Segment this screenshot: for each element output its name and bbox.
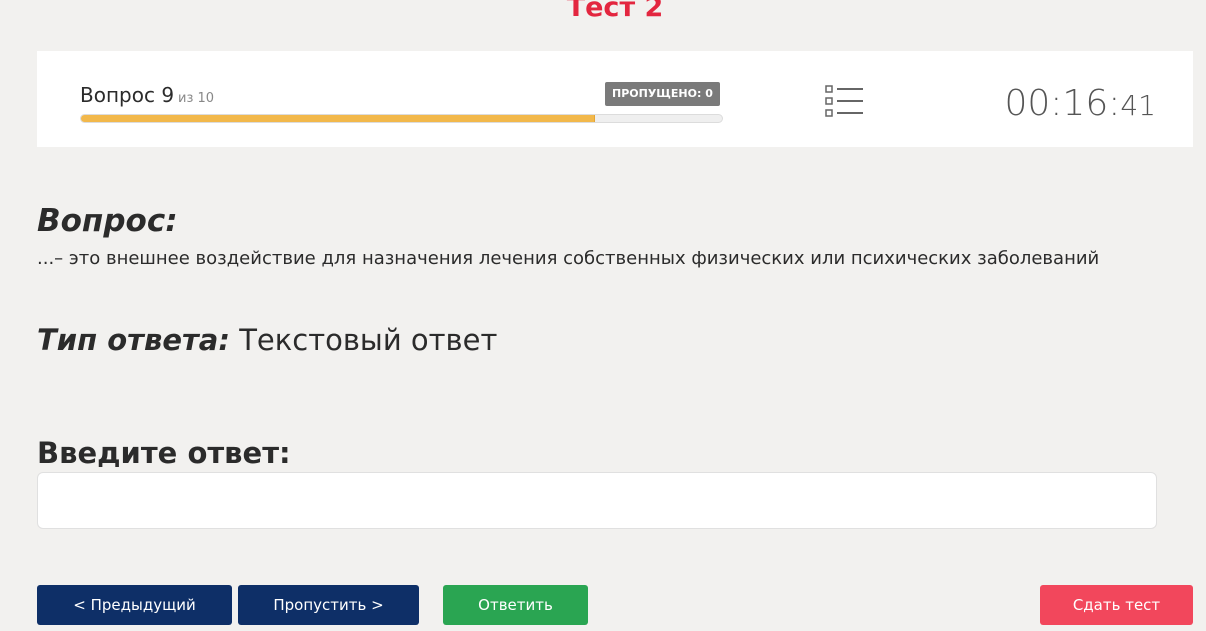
page-title: Тест 2 [566,0,664,23]
answer-type-label: Тип ответа: [37,323,230,357]
previous-button[interactable]: < Предыдущий [37,585,232,625]
progress-fill [81,115,595,122]
question-counter: Вопрос 9 из 10 [80,83,214,107]
answer-label: Введите ответ: [37,436,291,470]
answer-input[interactable] [37,472,1157,529]
question-text: ...– это внешнее воздействие для назначе… [37,248,1100,269]
timer-seconds: 41 [1120,89,1156,122]
answer-type-value: Текстовый ответ [239,323,498,357]
question-number: Вопрос 9 [80,83,175,107]
timer-main: 00:16: [1004,83,1121,124]
skip-button[interactable]: Пропустить > [238,585,419,625]
timer: 00:16:41 [1004,83,1156,124]
question-list-icon [825,85,863,117]
progress-bar [80,114,723,123]
question-list-button[interactable] [825,84,865,120]
answer-type: Тип ответа: Текстовый ответ [37,323,497,357]
answer-button[interactable]: Ответить [443,585,588,625]
question-total: из 10 [178,91,215,106]
skipped-badge: ПРОПУЩЕНО: 0 [605,82,720,106]
question-heading: Вопрос: [37,203,178,239]
test-page: Тест 2 Вопрос 9 из 10 ПРОПУЩЕНО: 0 00:16:… [0,0,1206,631]
status-panel: Вопрос 9 из 10 ПРОПУЩЕНО: 0 00:16:41 [37,51,1193,147]
finish-test-button[interactable]: Сдать тест [1040,585,1193,625]
